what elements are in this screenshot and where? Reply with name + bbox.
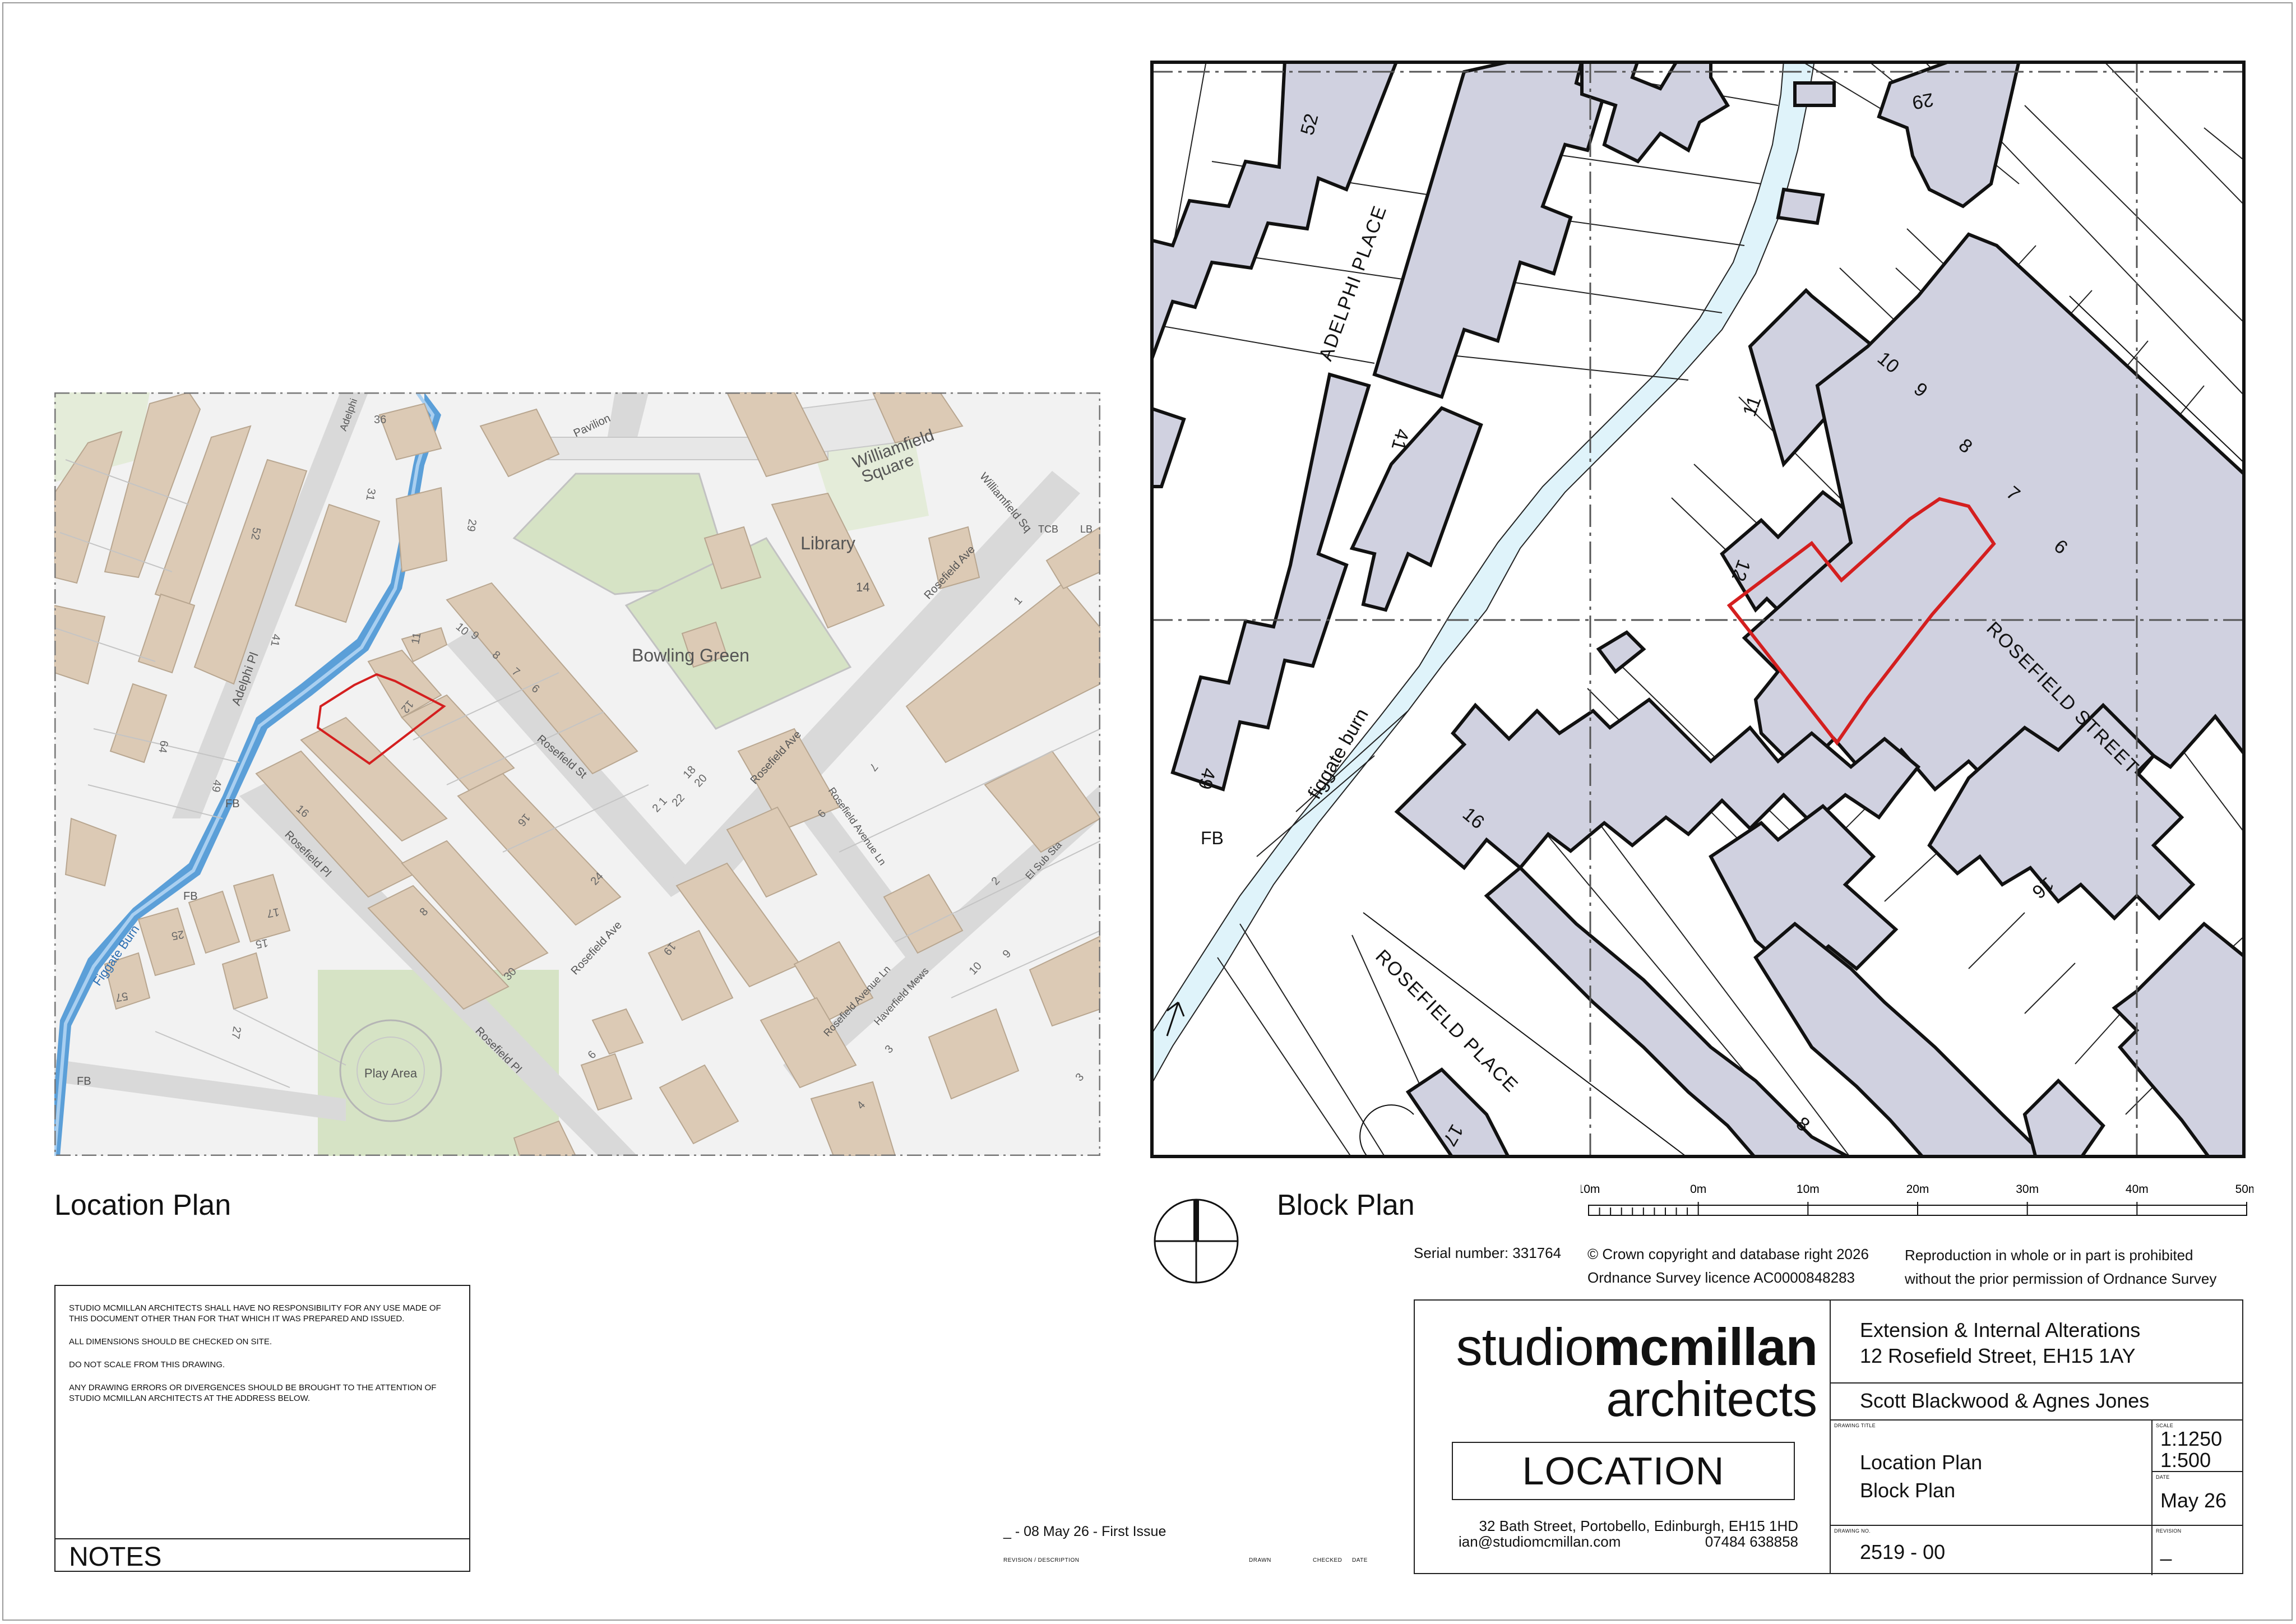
map-label-library: Library <box>800 533 855 553</box>
practice-address: 32 Bath Street, Portobello, Edinburgh, E… <box>1459 1518 1798 1549</box>
scale-2: 1:500 <box>2160 1449 2211 1472</box>
map-label: FB <box>225 798 240 810</box>
brand-logo: studiomcmillan <box>1456 1321 1818 1373</box>
revision-head-date: DATE <box>1352 1557 1368 1563</box>
map-number: 52 <box>248 526 263 541</box>
scale-tick-label: 0m <box>1690 1183 1706 1196</box>
location-plan-title: Location Plan <box>54 1189 232 1222</box>
map-number: 15 <box>254 936 269 951</box>
date-label: DATE <box>2156 1474 2170 1480</box>
map-number: 49 <box>209 779 224 793</box>
map-label: LB <box>1080 524 1093 535</box>
brand-line2: architects <box>1606 1371 1817 1427</box>
map-number: 36 <box>374 414 386 426</box>
drawing-no-label: DRAWING No. <box>1834 1528 1871 1534</box>
email: ian@studiomcmillan.com <box>1459 1533 1621 1550</box>
project-line2: 12 Rosefield Street, EH15 1AY <box>1860 1344 2136 1367</box>
map-number: 57 <box>114 989 129 1004</box>
address: 32 Bath Street, Portobello, Edinburgh, E… <box>1479 1517 1798 1534</box>
drawing-title-2: Block Plan <box>1860 1479 1956 1502</box>
drawing-title-label: DRAWING TITLE <box>1834 1423 1876 1428</box>
scale-1: 1:1250 <box>2160 1427 2223 1450</box>
location-plan-map: Bowling Green Library 14 Williamfield Sq… <box>54 392 1100 1156</box>
revision-head-drawn: DRAWN <box>1249 1557 1271 1563</box>
scale-tick-label: 10m <box>1797 1183 1820 1196</box>
client-name: Scott Blackwood & Agnes Jones <box>1860 1389 2150 1412</box>
map-number: 27 <box>229 1025 243 1040</box>
scale-tick-label: 50m <box>2235 1183 2253 1196</box>
revision-head-desc: REVISION / DESCRIPTION <box>1003 1557 1080 1563</box>
map-number: 41 <box>268 633 283 647</box>
crown-copyright: © Crown copyright and database right 202… <box>1587 1246 1869 1262</box>
map-label-play-area: Play Area <box>364 1066 418 1080</box>
map-number: 11 <box>409 632 423 645</box>
reproduction-notice-2: without the prior permission of Ordnance… <box>1905 1270 2217 1287</box>
drawing-title-1: Location Plan <box>1860 1451 1983 1474</box>
note-line: ALL DIMENSIONS SHOULD BE CHECKED ON SITE… <box>69 1337 272 1347</box>
note-line: STUDIO MCMILLAN ARCHITECTS SHALL HAVE NO… <box>69 1303 441 1324</box>
scale-tick-label: 30m <box>2016 1183 2039 1196</box>
site-boundary-overlay <box>1726 497 1996 746</box>
map-label: FB <box>183 890 198 903</box>
map-number: 25 <box>170 928 185 942</box>
map-label-bowling-green: Bowling Green <box>632 645 749 665</box>
notes-box: STUDIO MCMILLAN ARCHITECTS SHALL HAVE NO… <box>54 1285 470 1572</box>
project-line1: Extension & Internal Alterations <box>1860 1318 2141 1341</box>
scale-bar: 10m 0m 10m 20m 30m 40m 50m <box>1581 1183 2253 1216</box>
scale-tick-label: 40m <box>2126 1183 2149 1196</box>
phone: 07484 638858 <box>1705 1533 1798 1550</box>
revision-entry: _ - 08 May 26 - First Issue <box>1003 1524 1166 1539</box>
title-block: studiomcmillan architects LOCATION 32 Ba… <box>1414 1299 2243 1575</box>
scale-tick-label: 20m <box>1906 1183 1929 1196</box>
date-value: May 26 <box>2160 1489 2227 1512</box>
map-number: 17 <box>266 905 280 920</box>
os-licence: Ordnance Survey licence AC0000848283 <box>1587 1269 1855 1286</box>
revision-label: REVISION <box>2156 1528 2182 1534</box>
map-number: 64 <box>156 739 170 754</box>
block-plan-title: Block Plan <box>1277 1189 1415 1222</box>
revision-value: _ <box>2160 1538 2172 1561</box>
drawing-number: 2519 - 00 <box>1860 1540 1946 1563</box>
map-label: FB <box>77 1075 91 1088</box>
map-number: 29 <box>464 518 479 533</box>
map-label: 14 <box>856 580 869 594</box>
sheet-label-box: LOCATION <box>1452 1442 1795 1500</box>
revision-head-checked: CHECKED <box>1313 1557 1343 1563</box>
note-line: ANY DRAWING ERRORS OR DIVERGENCES SHOULD… <box>69 1383 437 1403</box>
note-line: DO NOT SCALE FROM THIS DRAWING. <box>69 1360 225 1369</box>
map-label: TCB <box>1038 524 1058 535</box>
north-arrow-icon <box>1154 1199 1239 1284</box>
notes-title: NOTES <box>69 1542 162 1572</box>
scale-tick-label: 10m <box>1581 1183 1600 1196</box>
sheet-label: LOCATION <box>1522 1449 1725 1493</box>
brand-light: studio <box>1456 1317 1594 1376</box>
serial-number: Serial number: 331764 <box>1414 1244 1562 1261</box>
map-number: 31 <box>363 487 378 502</box>
brand-bold: mcmillan <box>1593 1317 1818 1376</box>
reproduction-notice: Reproduction in whole or in part is proh… <box>1905 1247 2193 1264</box>
